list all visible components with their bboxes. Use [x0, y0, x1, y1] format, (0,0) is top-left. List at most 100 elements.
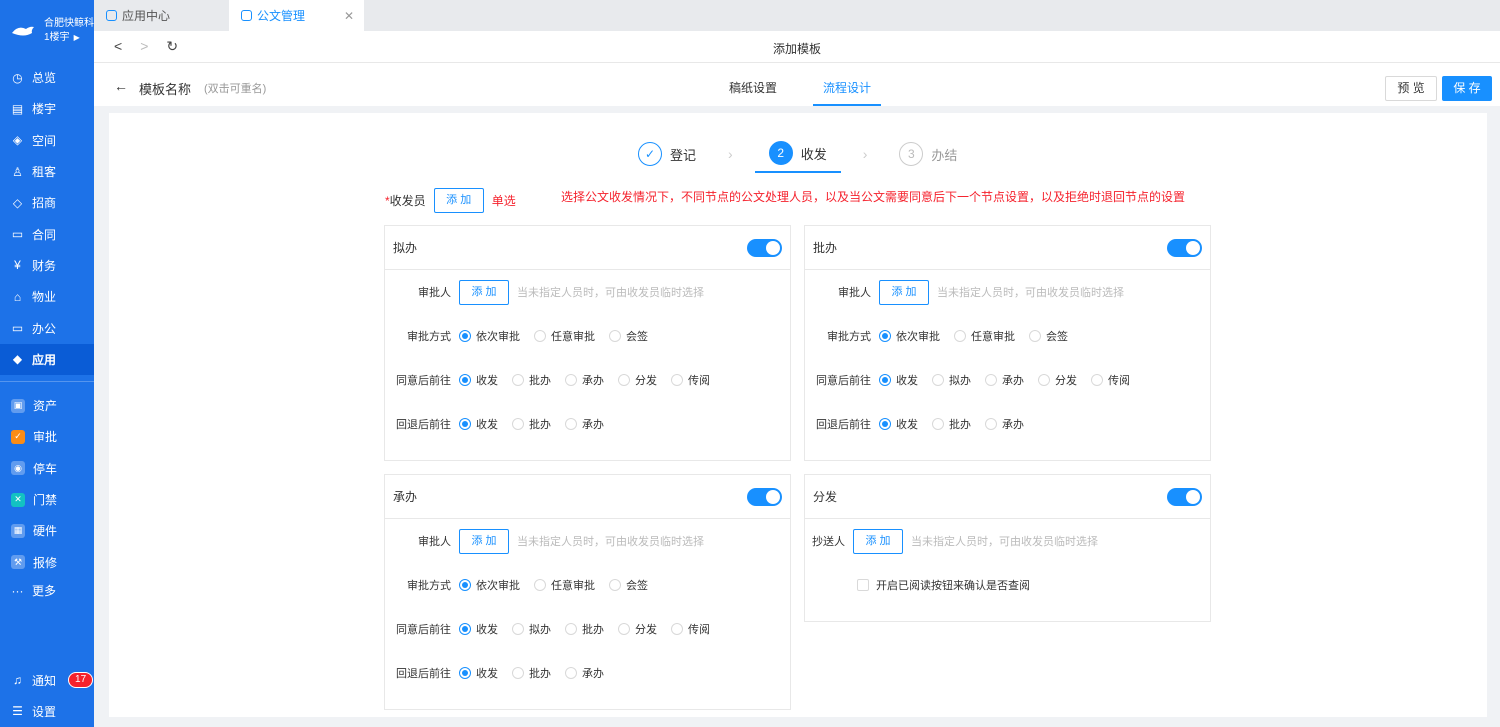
add-issuer-button[interactable]: 添 加: [433, 188, 484, 213]
check-icon: ✓: [638, 142, 662, 166]
radio-option[interactable]: 分发: [1038, 372, 1077, 388]
sidebar: 合肥快鲸科 1楼宇 ▶ ◷ 总览 ▤ 楼宇 ◈ 空间 ♙ 租客 ◇ 招商 ▭ 合同 ¥ 财务 ⌂…: [0, 0, 94, 727]
nav-item-overview[interactable]: ◷ 总览: [0, 62, 94, 93]
row-label: 审批人: [418, 287, 451, 299]
nav-item-contract[interactable]: ▭ 合同: [0, 218, 94, 249]
radio-option[interactable]: 批办: [512, 665, 551, 681]
bell-icon: ♫: [13, 673, 22, 688]
radio-option[interactable]: 批办: [512, 416, 551, 432]
nav-label: 设置: [32, 704, 57, 719]
nav-item-leasing[interactable]: ◇ 招商: [0, 187, 94, 218]
add-approver-button[interactable]: 添 加: [459, 528, 509, 554]
single-select-hint: 单选: [491, 194, 516, 208]
radio-option[interactable]: 传阅: [671, 372, 710, 388]
step-dispatch[interactable]: 2 收发: [754, 135, 841, 173]
nav-item-notify[interactable]: ♫ 通知 17: [0, 664, 94, 695]
card-distribute: 分发 抄送人添 加当未指定人员时，可由收发员临时选择 开启已阅读按钮来确认是否查…: [804, 474, 1211, 622]
template-name-hint: (双击可重名): [204, 83, 267, 95]
nav-item-settings[interactable]: ☰ 设置: [0, 696, 94, 727]
approval-icon: ✓: [11, 429, 25, 444]
nav-item-tenant[interactable]: ♙ 租客: [0, 156, 94, 187]
close-icon[interactable]: ✕: [344, 9, 354, 23]
radio-option[interactable]: 批办: [512, 372, 551, 388]
add-approver-button[interactable]: 添 加: [879, 279, 929, 305]
nav-item-finance[interactable]: ¥ 财务: [0, 250, 94, 281]
radio-option[interactable]: 收发: [459, 665, 498, 681]
nav-item-parking[interactable]: ◉ 停车: [0, 453, 94, 484]
nav-item-approval[interactable]: ✓ 审批: [0, 421, 94, 452]
save-button[interactable]: 保 存: [1442, 76, 1492, 101]
radio-option[interactable]: 收发: [459, 416, 498, 432]
radio-option[interactable]: 分发: [618, 621, 657, 637]
nav-label: 总览: [32, 71, 57, 86]
tab-document-mgmt[interactable]: 公文管理 ✕: [229, 0, 364, 31]
radio-option[interactable]: 传阅: [671, 621, 710, 637]
radio-option[interactable]: 拟办: [932, 372, 971, 388]
radio-option[interactable]: 承办: [985, 416, 1024, 432]
radio-countersign[interactable]: 会签: [609, 328, 648, 344]
row-label: 同意后前往: [396, 624, 451, 636]
nav-item-hardware[interactable]: ▦ 硬件: [0, 515, 94, 546]
nav-item-space[interactable]: ◈ 空间: [0, 125, 94, 156]
step-register[interactable]: ✓ 登记: [628, 136, 706, 172]
nav-item-more[interactable]: ··· 更多: [0, 578, 94, 604]
card-title: 拟办: [393, 241, 418, 255]
template-name[interactable]: 模板名称: [139, 79, 191, 98]
steps: ✓ 登记 › 2 收发 › 3 办结: [628, 135, 967, 173]
nav-item-access[interactable]: ✕ 门禁: [0, 484, 94, 515]
tab-flow-design[interactable]: 流程设计: [813, 63, 882, 106]
tab-paper-settings[interactable]: 稿纸设置: [719, 63, 787, 106]
nav-item-repair[interactable]: ⚒ 报修: [0, 546, 94, 577]
nav-label: 空间: [32, 133, 57, 148]
logo[interactable]: 合肥快鲸科 1楼宇 ▶: [0, 0, 94, 62]
nav-item-apps[interactable]: ◆ 应用: [0, 343, 94, 375]
nav-label: 财务: [32, 258, 57, 273]
radio-any[interactable]: 任意审批: [534, 577, 595, 593]
enable-toggle[interactable]: [1167, 487, 1202, 506]
agree-row: 同意后前往 收发 拟办 承办 分发 传阅: [805, 358, 1210, 402]
radio-countersign[interactable]: 会签: [609, 577, 648, 593]
caret-right-icon[interactable]: ▶: [74, 33, 80, 42]
radio-option[interactable]: 承办: [565, 416, 604, 432]
read-confirm-checkbox[interactable]: 开启已阅读按钮来确认是否查阅: [857, 577, 1030, 593]
add-cc-button[interactable]: 添 加: [853, 528, 903, 554]
radio-option[interactable]: 承办: [985, 372, 1024, 388]
step-complete[interactable]: 3 办结: [889, 136, 967, 172]
back-row: 回退后前往 收发 批办 承办: [385, 651, 790, 695]
radio-any[interactable]: 任意审批: [534, 328, 595, 344]
tab-app-center[interactable]: 应用中心: [94, 0, 229, 31]
home-icon: ⌂: [13, 289, 22, 304]
nav-item-building[interactable]: ▤ 楼宇: [0, 93, 94, 124]
radio-option[interactable]: 收发: [459, 621, 498, 637]
radio-option[interactable]: 分发: [618, 372, 657, 388]
enable-toggle[interactable]: [1167, 238, 1202, 257]
arrow-left-icon[interactable]: ←: [114, 78, 128, 94]
radio-option[interactable]: 批办: [932, 416, 971, 432]
nav-label: 办公: [32, 321, 57, 336]
enable-toggle[interactable]: [747, 487, 782, 506]
radio-option[interactable]: 传阅: [1091, 372, 1130, 388]
enable-toggle[interactable]: [747, 238, 782, 257]
add-approver-button[interactable]: 添 加: [459, 279, 509, 305]
radio-sequential[interactable]: 依次审批: [459, 328, 520, 344]
back-row: 回退后前往 收发 批办 承办: [385, 402, 790, 446]
approver-hint: 当未指定人员时，可由收发员临时选择: [517, 287, 704, 299]
nav-item-property[interactable]: ⌂ 物业: [0, 281, 94, 312]
radio-option[interactable]: 收发: [879, 416, 918, 432]
radio-any[interactable]: 任意审批: [954, 328, 1015, 344]
issuer-label: 收发员: [389, 194, 426, 208]
radio-option[interactable]: 承办: [565, 665, 604, 681]
nav-item-asset[interactable]: ▣ 资产: [0, 390, 94, 421]
card-title: 批办: [813, 241, 838, 255]
radio-option[interactable]: 承办: [565, 372, 604, 388]
radio-option[interactable]: 收发: [459, 372, 498, 388]
radio-sequential[interactable]: 依次审批: [459, 577, 520, 593]
radio-sequential[interactable]: 依次审批: [879, 328, 940, 344]
radio-countersign[interactable]: 会签: [1029, 328, 1068, 344]
nav-item-office[interactable]: ▭ 办公: [0, 312, 94, 343]
radio-option[interactable]: 收发: [879, 372, 918, 388]
radio-option[interactable]: 批办: [565, 621, 604, 637]
preview-button[interactable]: 预 览: [1385, 76, 1437, 101]
radio-option[interactable]: 拟办: [512, 621, 551, 637]
row-label: 回退后前往: [396, 419, 451, 431]
